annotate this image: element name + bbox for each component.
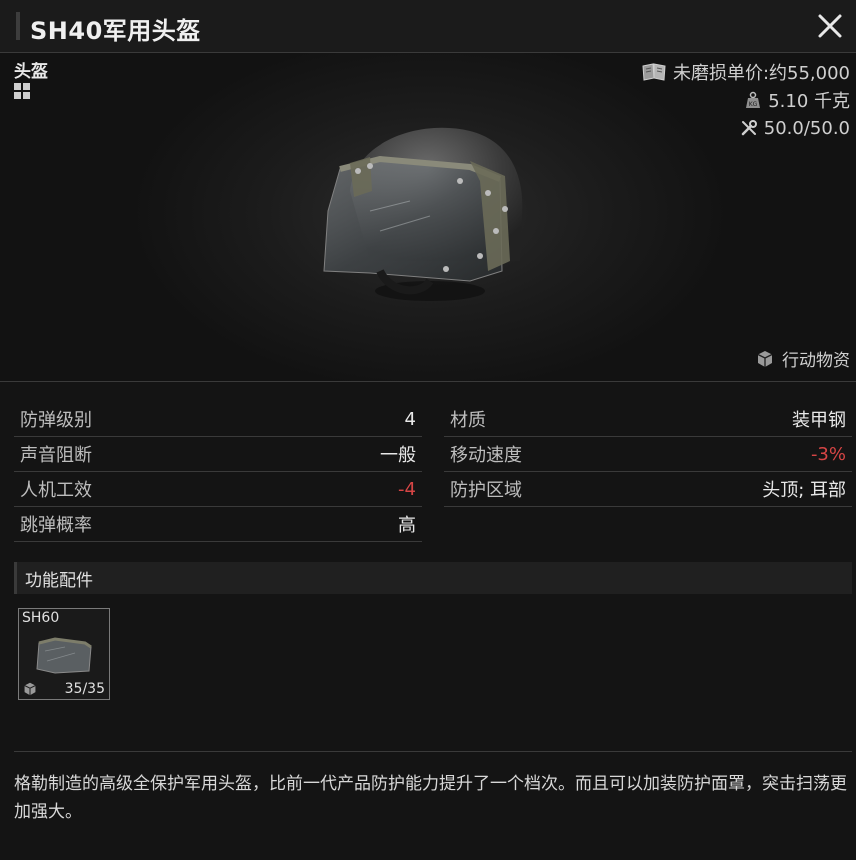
stat-value: -4: [398, 478, 416, 500]
divider: [14, 751, 852, 752]
stat-row: 声音阻断 一般: [14, 437, 422, 472]
attachments-header: 功能配件: [14, 562, 852, 594]
price-row: 未磨损单价:约55,000: [641, 58, 850, 86]
weight-text: 5.10 千克: [768, 91, 850, 112]
stat-value: 一般: [380, 445, 416, 466]
supply-box-icon: [757, 350, 773, 367]
weight-row: KG 5.10 千克: [641, 86, 850, 114]
helmet-image: [323, 127, 523, 301]
svg-text:KG: KG: [749, 101, 758, 108]
durability-row: 50.0/50.0: [641, 114, 850, 142]
weight-icon: KG: [746, 91, 761, 108]
section-title: 功能配件: [25, 570, 93, 591]
stat-row: 防护区域 头顶; 耳部: [444, 472, 852, 507]
stat-label: 移动速度: [450, 445, 522, 466]
attachment-durability: 35/35: [64, 681, 105, 697]
stat-value: -3%: [810, 443, 846, 465]
item-meta: 未磨损单价:约55,000 KG 5.10 千克 50.0/50.0: [641, 58, 850, 142]
stat-label: 跳弹概率: [20, 515, 92, 536]
stat-label: 防弹级别: [20, 410, 92, 431]
face-shield-image: [36, 637, 92, 674]
title-accent: [16, 12, 20, 40]
stat-label: 人机工效: [20, 480, 92, 501]
item-title: SH40军用头盔: [30, 17, 201, 45]
stat-row: 防弹级别 4: [14, 402, 422, 437]
supply-box-icon: [24, 682, 36, 696]
source-text: 行动物资: [782, 351, 850, 371]
stat-row: 材质 装甲钢: [444, 402, 852, 437]
stat-row: 移动速度 -3%: [444, 437, 852, 472]
attachment-name: SH60: [22, 610, 60, 626]
item-description: 格勒制造的高级全保护军用头盔，比前一代产品防护能力提升了一个档次。而且可以加装防…: [14, 774, 847, 822]
item-source: 行动物资: [756, 346, 850, 371]
stat-value: 4: [404, 408, 416, 430]
wrench-icon: [741, 120, 757, 136]
item-category: 头盔: [14, 62, 48, 82]
close-icon[interactable]: [816, 12, 844, 40]
stat-label: 声音阻断: [20, 445, 92, 466]
title-bar: SH40军用头盔: [0, 0, 856, 53]
stat-row: 人机工效 -4: [14, 472, 422, 507]
price-text: 未磨损单价:约55,000: [672, 63, 850, 84]
stat-value: 装甲钢: [792, 410, 846, 431]
book-icon: [642, 63, 666, 81]
stat-row: 跳弹概率 高: [14, 507, 422, 542]
stat-value: 头顶; 耳部: [762, 480, 846, 501]
close-button[interactable]: [812, 8, 848, 44]
stat-value: 高: [398, 515, 416, 536]
durability-text: 50.0/50.0: [763, 117, 850, 139]
stat-label: 材质: [450, 410, 486, 431]
item-preview-panel: 头盔 未磨损单价:约55,000 KG 5.10 千克 50.0/50.0 行动…: [0, 53, 856, 382]
stat-label: 防护区域: [450, 480, 522, 501]
grid-size-icon: [14, 83, 30, 99]
attachment-slot[interactable]: SH60 35/35: [18, 608, 110, 700]
